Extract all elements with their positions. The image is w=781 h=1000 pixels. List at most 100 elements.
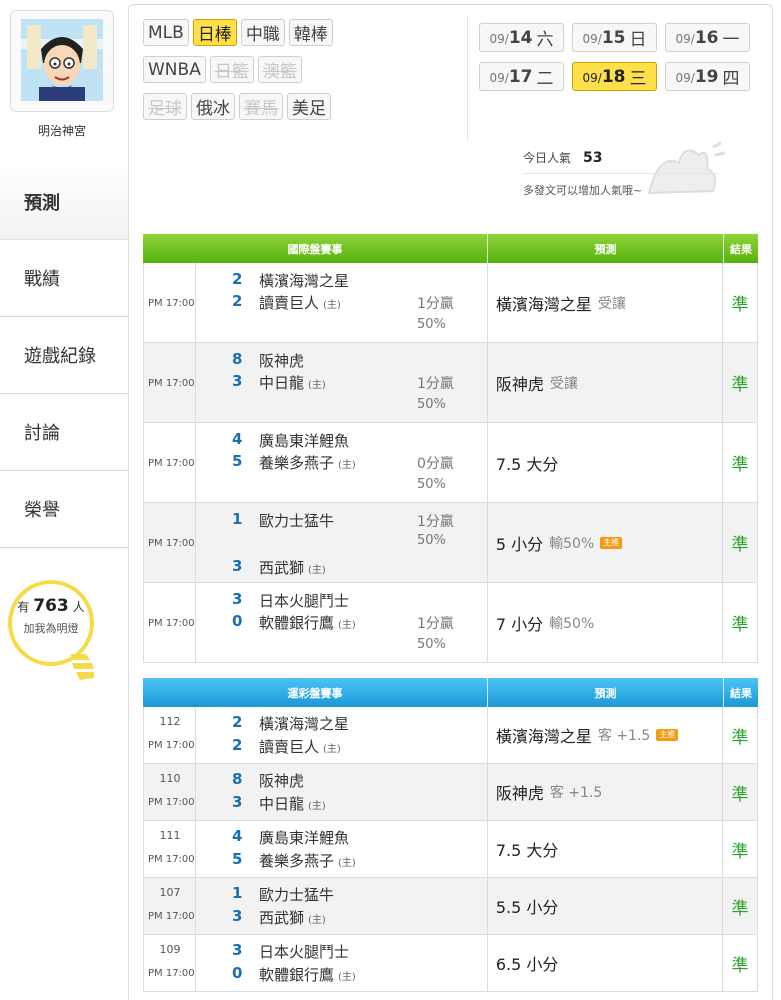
match-code: 112 bbox=[159, 715, 181, 728]
date-day: 14 bbox=[508, 27, 533, 48]
win-percent: 50% bbox=[417, 397, 446, 412]
match-time: PM 17:00 bbox=[148, 618, 195, 629]
match-cell: 110 PM 17:00 8 阪神虎 3 中日龍 (主) bbox=[144, 764, 488, 820]
home-score: 3 bbox=[232, 372, 243, 390]
match-cell: PM 17:00 1 歐力士猛牛 3 西武獅 (主) 1分贏 50% bbox=[144, 503, 488, 582]
home-marker: (主) bbox=[338, 620, 356, 631]
date-prefix: 09/ bbox=[489, 31, 509, 46]
home-marker: (主) bbox=[338, 972, 356, 983]
home-score: 2 bbox=[232, 292, 243, 310]
bulb-suffix: 人 bbox=[72, 600, 85, 614]
header-events: 國際盤賽事 bbox=[143, 234, 488, 263]
date-button-0918[interactable]: 09/18 三 bbox=[572, 62, 657, 91]
prediction-pick: 阪神虎 bbox=[495, 374, 544, 394]
popularity-count: 53 bbox=[583, 150, 603, 166]
prediction-cell: 阪神虎客 +1.5 bbox=[488, 764, 724, 820]
match-cell: PM 17:00 4 廣島東洋鯉魚 5 養樂多燕子 (主) 0分贏 50% bbox=[144, 423, 488, 502]
category-wnba[interactable]: WNBA bbox=[143, 56, 206, 83]
avatar[interactable] bbox=[10, 10, 114, 112]
popularity-box: 今日人氣 53 多發文可以增加人氣哦~ bbox=[523, 147, 723, 198]
category-mlb[interactable]: MLB bbox=[143, 19, 189, 46]
nav-label: 討論 bbox=[24, 423, 60, 444]
match-code: 107 bbox=[159, 886, 181, 899]
nav-label: 戰績 bbox=[24, 269, 60, 290]
home-team: 讀賣巨人 (主) bbox=[259, 292, 341, 313]
date-button-0919[interactable]: 09/19 四 bbox=[665, 62, 750, 91]
home-team-name: 中日龍 bbox=[259, 795, 305, 813]
date-prefix: 09/ bbox=[489, 70, 509, 85]
prediction-cell: 7.5 大分 bbox=[488, 423, 724, 502]
header-result: 結果 bbox=[730, 686, 752, 700]
match-cell: PM 17:00 2 橫濱海灣之星 2 讀賣巨人 (主) 1分贏 50% bbox=[144, 263, 488, 342]
home-score: 3 bbox=[232, 907, 243, 925]
date-prefix: 09/ bbox=[582, 70, 602, 85]
time-cell: PM 17:00 bbox=[144, 343, 196, 422]
win-percent: 50% bbox=[417, 477, 446, 492]
home-team: 養樂多燕子 (主) bbox=[259, 850, 356, 871]
home-score: 3 bbox=[232, 557, 243, 575]
date-day: 18 bbox=[601, 66, 626, 87]
follow-bulb-button[interactable]: 有 763 人 加我為明燈 bbox=[8, 580, 104, 690]
home-team-name: 讀賣巨人 bbox=[259, 738, 320, 756]
category-cpbl[interactable]: 中職 bbox=[240, 19, 285, 46]
prediction-detail: 受讓 bbox=[549, 375, 578, 392]
home-team-name: 讀賣巨人 bbox=[259, 294, 320, 312]
home-score: 3 bbox=[232, 793, 243, 811]
win-percent: 50% bbox=[417, 637, 446, 652]
divider bbox=[523, 173, 719, 174]
category-npb[interactable]: 日棒 bbox=[192, 19, 237, 46]
prediction-detail: 客 +1.5 bbox=[549, 785, 603, 801]
sport-categories: MLB 日棒 中職 韓棒 WNBA 日籃 澳籃 足球 俄冰 賽馬 美足 bbox=[143, 19, 463, 130]
win-margin: 1分贏 bbox=[417, 296, 454, 312]
home-marker: (主) bbox=[308, 565, 326, 576]
nav-item-honor[interactable]: 榮譽 bbox=[0, 471, 128, 548]
table-body: 112 PM 17:00 2 橫濱海灣之星 2 讀賣巨人 (主) 橫濱海灣之星客 +1.5 主推… bbox=[143, 707, 758, 992]
prediction-pick: 5.5 小分 bbox=[495, 898, 559, 917]
match-time: PM 17:00 bbox=[148, 854, 195, 865]
date-button-0917[interactable]: 09/17 二 bbox=[479, 62, 564, 91]
nav-item-record[interactable]: 戰績 bbox=[0, 240, 128, 317]
date-selector: 09/14 六 09/15 日 09/16 一 09/17 二 09/18 三 09/19… bbox=[479, 23, 759, 101]
category-russian-hockey[interactable]: 俄冰 bbox=[191, 93, 235, 120]
result-cell: 準 bbox=[731, 898, 749, 919]
away-score: 3 bbox=[232, 590, 243, 608]
match-time: PM 17:00 bbox=[148, 378, 195, 389]
prediction-cell: 7.5 大分 bbox=[488, 821, 724, 877]
away-score: 8 bbox=[232, 770, 243, 788]
prediction-cell: 阪神虎 受讓 bbox=[488, 343, 724, 422]
date-prefix: 09/ bbox=[582, 31, 602, 46]
time-cell: 110 PM 17:00 bbox=[144, 764, 196, 820]
date-button-0914[interactable]: 09/14 六 bbox=[479, 23, 564, 52]
date-day: 15 bbox=[601, 27, 626, 48]
category-kbo[interactable]: 韓棒 bbox=[288, 19, 333, 46]
prediction-pick: 橫濱海灣之星 bbox=[495, 294, 592, 314]
win-percent: 50% bbox=[417, 317, 446, 332]
table-row: PM 17:00 4 廣島東洋鯉魚 5 養樂多燕子 (主) 0分贏 50% 7.5 大分 準 bbox=[143, 423, 758, 503]
nav-item-predict[interactable]: 預測 bbox=[0, 164, 128, 240]
home-team: 西武獅 (主) bbox=[259, 907, 326, 928]
result-cell: 準 bbox=[731, 841, 749, 862]
time-cell: 109 PM 17:00 bbox=[144, 935, 196, 991]
date-button-0915[interactable]: 09/15 日 bbox=[572, 23, 657, 52]
table-row: PM 17:00 8 阪神虎 3 中日龍 (主) 1分贏 50% 阪神虎 受讓準 bbox=[143, 343, 758, 423]
category-au-basketball: 澳籃 bbox=[257, 56, 302, 83]
date-row: 09/17 二 09/18 三 09/19 四 bbox=[479, 62, 759, 91]
date-button-0916[interactable]: 09/16 一 bbox=[665, 23, 750, 52]
nav-item-game-log[interactable]: 遊戲紀錄 bbox=[0, 317, 128, 394]
prediction-detail: 客 +1.5 bbox=[597, 728, 651, 744]
match-time: PM 17:00 bbox=[148, 797, 195, 808]
date-weekday: 日 bbox=[629, 30, 647, 50]
home-team: 中日龍 (主) bbox=[259, 793, 326, 814]
nav-item-discussion[interactable]: 討論 bbox=[0, 394, 128, 471]
header-prediction: 預測 bbox=[488, 678, 724, 707]
category-american-football[interactable]: 美足 bbox=[287, 93, 331, 120]
time-cell: 111 PM 17:00 bbox=[144, 821, 196, 877]
home-team: 讀賣巨人 (主) bbox=[259, 736, 341, 757]
away-score: 1 bbox=[232, 510, 243, 528]
prediction-cell: 橫濱海灣之星客 +1.5 主推 bbox=[488, 707, 724, 763]
prediction-pick: 6.5 小分 bbox=[495, 955, 559, 974]
lottery-prediction-table: 運彩盤賽事 預測 結果 112 PM 17:00 2 橫濱海灣之星 2 讀賣巨人 (主) 橫濱… bbox=[143, 678, 758, 992]
match-time: PM 17:00 bbox=[148, 911, 195, 922]
date-prefix: 09/ bbox=[675, 31, 695, 46]
time-cell: PM 17:00 bbox=[144, 503, 196, 582]
